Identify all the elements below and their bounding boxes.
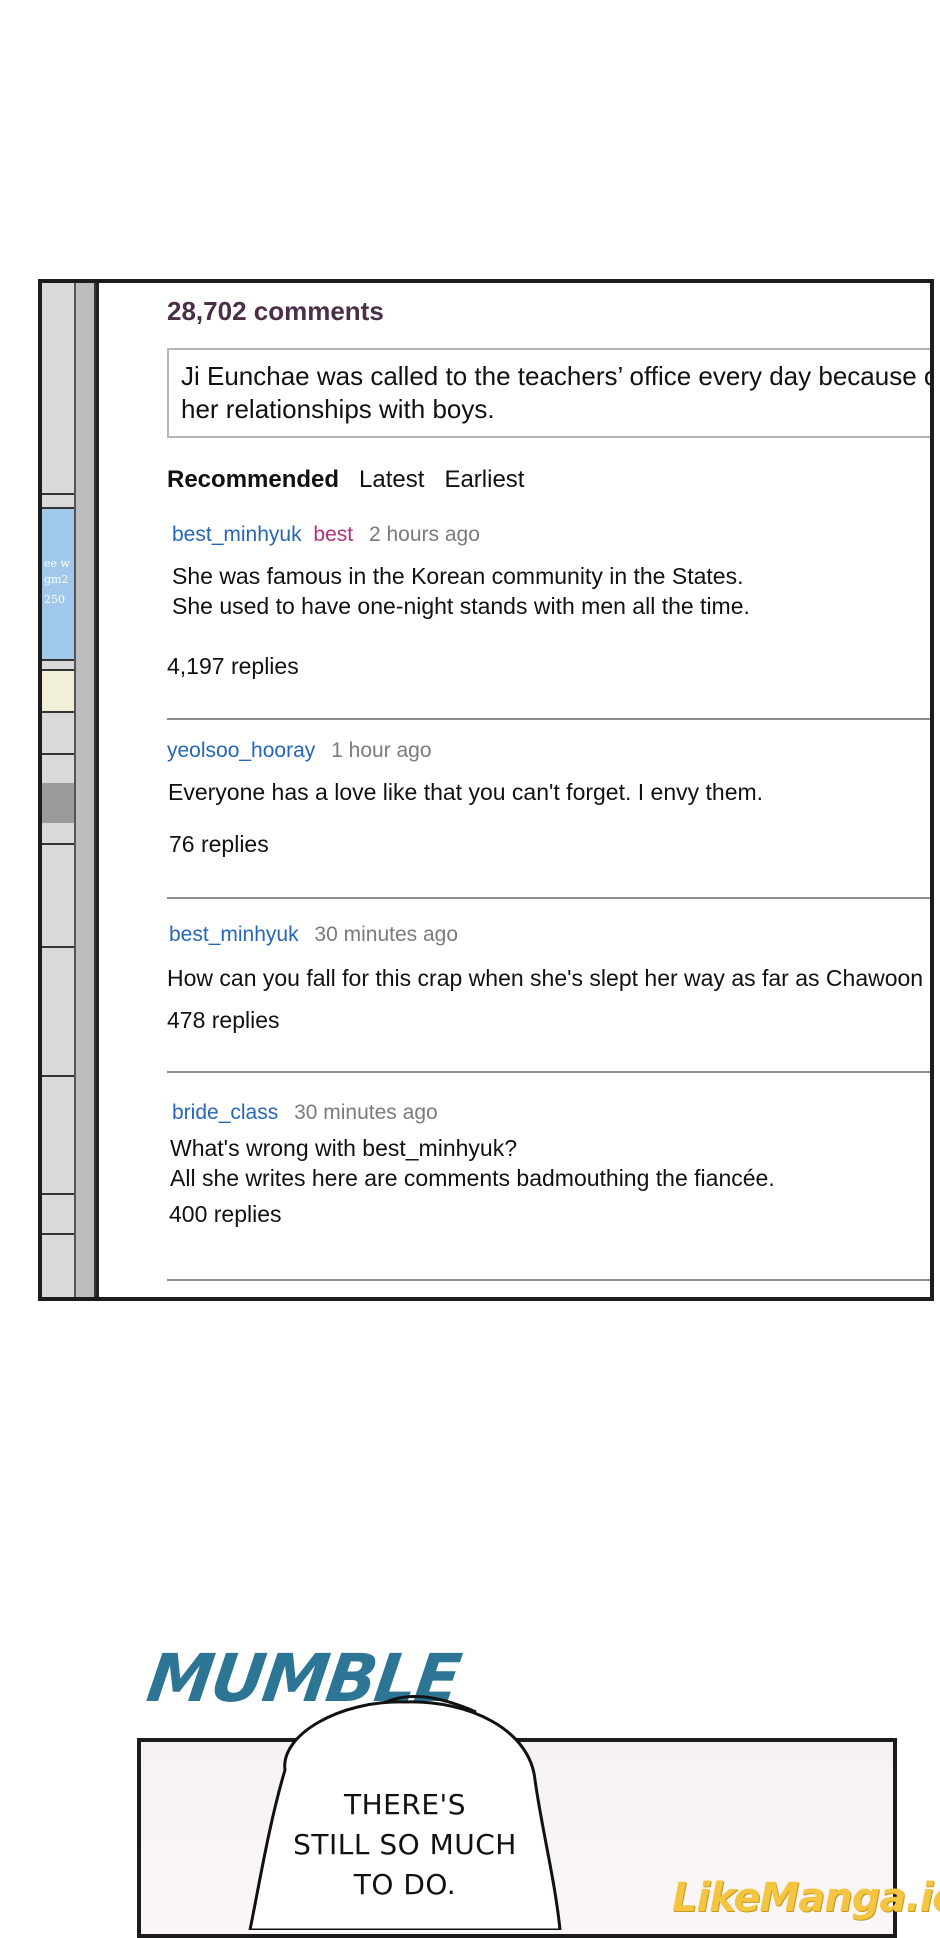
comment-line: She was famous in the Korean community i… [172,563,744,589]
comment-time: 1 hour ago [331,739,432,762]
comment-item: best_minhyuk 30 minutes ago How can you … [167,923,930,1073]
comment-divider [167,1071,930,1073]
comment-line: What's wrong with best_minhyuk? [170,1135,517,1161]
post-quote-box: Ji Eunchae was called to the teachers’ o… [167,348,930,438]
comment-username[interactable]: best_minhyuk [169,923,299,946]
site-watermark: LikeManga.io [672,1875,940,1921]
comment-divider [167,718,930,720]
comment-item: bride_class 30 minutes ago What's wrong … [167,1101,930,1281]
comment-body: What's wrong with best_minhyuk? All she … [170,1133,930,1193]
comment-body: How can you fall for this crap when she'… [167,963,930,993]
tab-recommended[interactable]: Recommended [167,466,339,494]
comment-count: 28,702 comments [167,296,384,326]
background-wall-strip: ee w gm2 250 [42,283,99,1297]
comment-body: Everyone has a love like that you can't … [168,777,930,807]
replies-link[interactable]: 400 replies [169,1201,930,1228]
replies-link[interactable]: 478 replies [167,1007,930,1034]
replies-link[interactable]: 76 replies [169,831,930,858]
speech-line: TO DO. [353,1868,457,1901]
comment-body: She was famous in the Korean community i… [172,561,930,621]
comment-item: yeolsoo_hooray 1 hour ago Everyone has a… [167,739,930,899]
comment-time: 2 hours ago [368,523,480,546]
comment-line: All she writes here are comments badmout… [170,1165,775,1191]
comment-divider [167,897,930,899]
tab-earliest[interactable]: Earliest [444,466,524,494]
comment-line: She used to have one-night stands with m… [172,593,750,619]
comment-line: Everyone has a love like that you can't … [168,779,764,805]
comments-content: 28,702 comments Ji Eunchae was called to… [123,283,930,1297]
replies-link[interactable]: 4,197 replies [167,653,930,680]
speech-bubble-text: THERE'S STILL SO MUCH TO DO. [265,1785,545,1905]
comments-screen-panel: ee w gm2 250 28,702 comments Ji Eunchae … [38,279,934,1301]
comment-time: 30 minutes ago [294,1101,438,1124]
comment-username[interactable]: best_minhyuk [172,523,302,546]
tab-latest[interactable]: Latest [359,466,424,494]
speech-line: STILL SO MUCH [293,1828,517,1861]
comment-divider [167,1279,930,1281]
speech-line: THERE'S [344,1788,466,1821]
sort-tabs: Recommended Latest Earliest [167,466,524,494]
best-badge: best [313,523,354,546]
comment-item: best_minhyuk best 2 hours ago She was fa… [167,523,930,720]
comment-username[interactable]: yeolsoo_hooray [167,739,315,762]
comment-username[interactable]: bride_class [172,1101,278,1124]
comment-line: How can you fall for this crap when she'… [167,965,924,991]
comment-time: 30 minutes ago [314,923,459,946]
